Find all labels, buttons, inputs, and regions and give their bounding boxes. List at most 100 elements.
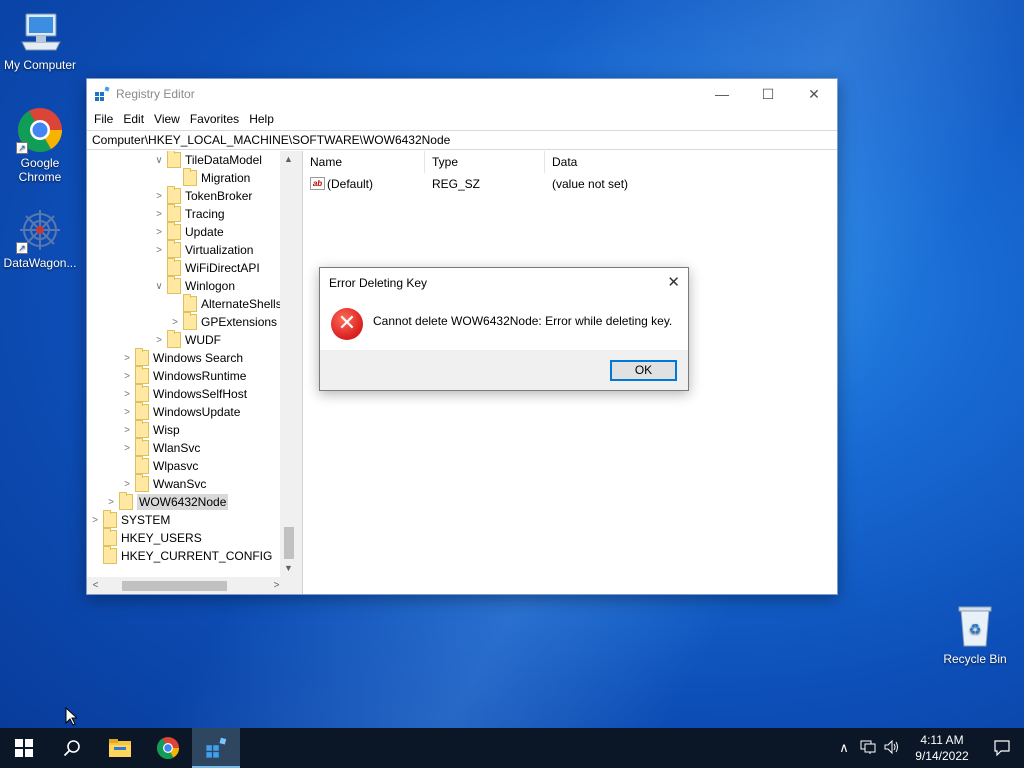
title-bar[interactable]: Registry Editor — ☐ ✕ — [87, 79, 837, 109]
tree-item[interactable]: > WindowsRuntime — [121, 366, 246, 385]
tree-item[interactable]: > WindowsSelfHost — [121, 384, 247, 403]
tree-item-label: WiFiDirectAPI — [185, 261, 260, 275]
scroll-left-icon[interactable]: < — [87, 577, 104, 594]
tree-item[interactable]: > Virtualization — [153, 240, 253, 259]
tree-item[interactable]: > WwanSvc — [121, 474, 206, 493]
folder-icon — [167, 186, 181, 204]
tree-item[interactable]: > WlanSvc — [121, 438, 200, 457]
file-explorer-button[interactable] — [96, 728, 144, 768]
tree-item[interactable]: HKEY_USERS — [89, 528, 202, 547]
desktop-icon-google-chrome[interactable]: ↗ Google Chrome — [0, 106, 80, 184]
tree-item[interactable]: > TokenBroker — [153, 186, 252, 205]
expander-icon[interactable]: > — [153, 191, 165, 202]
tree-item[interactable]: > Update — [153, 222, 224, 241]
tree-item[interactable]: ∨ TileDataModel — [153, 151, 262, 169]
expander-icon[interactable]: > — [121, 407, 133, 418]
expander-icon[interactable]: > — [89, 515, 101, 526]
expander-icon[interactable]: > — [169, 317, 181, 328]
registry-editor-icon — [94, 86, 110, 102]
tree-item[interactable]: > WUDF — [153, 330, 221, 349]
expander-icon[interactable]: > — [153, 335, 165, 346]
search-icon — [63, 740, 80, 757]
start-button[interactable] — [0, 728, 48, 768]
string-value-icon: ab — [310, 177, 325, 190]
menu-help[interactable]: Help — [244, 112, 279, 126]
notification-center-button[interactable] — [980, 728, 1024, 768]
tree-item[interactable]: > GPExtensions — [169, 312, 277, 331]
expander-icon[interactable]: > — [153, 245, 165, 256]
menu-favorites[interactable]: Favorites — [185, 112, 244, 126]
tree-item-selected[interactable]: > WOW6432Node — [105, 492, 229, 511]
menu-view[interactable]: View — [149, 112, 185, 126]
expander-icon[interactable]: > — [153, 227, 165, 238]
scroll-up-icon[interactable]: ▲ — [280, 151, 297, 168]
list-header: Name Type Data — [303, 151, 837, 173]
tree-item[interactable]: AlternateShells — [169, 294, 282, 313]
tree-item[interactable]: Wlpasvc — [121, 456, 198, 475]
tree-item[interactable]: WiFiDirectAPI — [153, 258, 260, 277]
dialog-footer: OK — [320, 350, 688, 390]
show-hidden-icons-chevron-icon[interactable]: ∧ — [832, 740, 856, 756]
expander-icon[interactable]: ∨ — [153, 155, 165, 166]
folder-icon — [135, 402, 149, 420]
tree-item[interactable]: ∨ Winlogon — [153, 276, 235, 295]
expander-icon[interactable]: > — [121, 425, 133, 436]
error-icon: ✕ — [331, 308, 363, 340]
expander-icon[interactable]: > — [153, 209, 165, 220]
scroll-thumb[interactable] — [122, 581, 227, 591]
network-icon[interactable] — [856, 740, 880, 757]
folder-icon — [103, 510, 117, 528]
expander-icon[interactable]: > — [121, 443, 133, 454]
tree-item[interactable]: HKEY_CURRENT_CONFIG — [89, 546, 272, 565]
dialog-close-button[interactable]: ✕ — [667, 273, 680, 291]
tree-horizontal-scrollbar[interactable]: < > — [87, 577, 285, 594]
column-type-header[interactable]: Type — [425, 151, 545, 173]
tree-item[interactable]: Migration — [169, 168, 250, 187]
registry-editor-taskbar-button[interactable] — [192, 728, 240, 768]
expander-icon[interactable]: ∨ — [153, 281, 165, 292]
folder-icon — [135, 474, 149, 492]
folder-icon — [167, 222, 181, 240]
desktop-icon-datawagon[interactable]: ↗ DataWagon... — [0, 206, 80, 270]
datawagon-icon: ↗ — [16, 206, 64, 254]
tree-item[interactable]: > Wisp — [121, 420, 180, 439]
tree-item-label: WindowsUpdate — [153, 405, 241, 419]
tree-item[interactable]: > SYSTEM — [89, 510, 170, 529]
desktop-icon-my-computer[interactable]: My Computer — [0, 8, 80, 72]
close-button[interactable]: ✕ — [791, 79, 837, 109]
ok-button[interactable]: OK — [610, 360, 677, 381]
tree-item[interactable]: > WindowsUpdate — [121, 402, 241, 421]
expander-icon[interactable]: > — [121, 389, 133, 400]
expander-icon[interactable]: > — [121, 371, 133, 382]
minimize-button[interactable]: — — [699, 79, 745, 109]
scroll-thumb[interactable] — [284, 527, 294, 559]
column-data-header[interactable]: Data — [545, 151, 785, 173]
menu-file[interactable]: File — [89, 112, 118, 126]
volume-icon[interactable] — [880, 739, 904, 757]
expander-icon[interactable]: > — [105, 497, 117, 508]
folder-icon — [183, 168, 197, 186]
tree-item[interactable]: > Tracing — [153, 204, 225, 223]
folder-icon — [167, 258, 181, 276]
chrome-taskbar-button[interactable] — [144, 728, 192, 768]
shortcut-arrow-icon: ↗ — [16, 142, 28, 154]
folder-icon — [183, 294, 197, 312]
menu-edit[interactable]: Edit — [118, 112, 149, 126]
desktop-icon-label: DataWagon... — [3, 256, 77, 270]
address-bar[interactable]: Computer\HKEY_LOCAL_MACHINE\SOFTWARE\WOW… — [87, 130, 837, 150]
tree-vertical-scrollbar[interactable]: ▲ ▼ — [280, 151, 297, 577]
expander-icon[interactable]: > — [121, 353, 133, 364]
column-name-header[interactable]: Name — [303, 151, 425, 173]
scroll-down-icon[interactable]: ▼ — [280, 560, 297, 577]
search-button[interactable] — [48, 728, 96, 768]
folder-icon — [135, 384, 149, 402]
tree-item-label: Tracing — [185, 207, 225, 221]
clock[interactable]: 4:11 AM 9/14/2022 — [904, 732, 980, 764]
tree-item[interactable]: > Windows Search — [121, 348, 243, 367]
folder-icon — [167, 330, 181, 348]
folder-icon — [135, 456, 149, 474]
expander-icon[interactable]: > — [121, 479, 133, 490]
value-row[interactable]: ab (Default) REG_SZ (value not set) — [303, 175, 837, 193]
desktop-icon-recycle-bin[interactable]: ♻ Recycle Bin — [935, 602, 1015, 666]
maximize-button[interactable]: ☐ — [745, 79, 791, 109]
